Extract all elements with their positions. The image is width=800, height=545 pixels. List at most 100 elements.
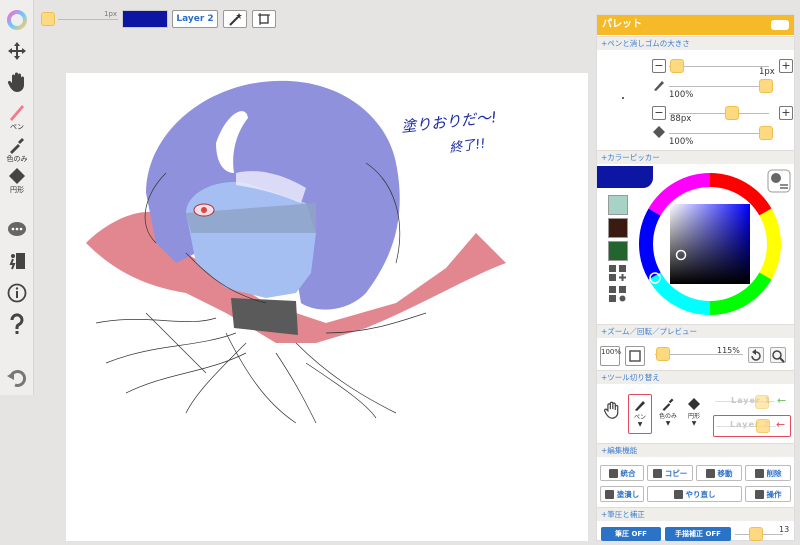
- copy-button[interactable]: コピー: [647, 465, 693, 481]
- panel-collapse-button[interactable]: [771, 20, 789, 30]
- bucket-icon: [604, 489, 614, 499]
- drawing-canvas[interactable]: 塗りおりだ〜! 終了!!: [66, 73, 588, 541]
- layer-1-knob[interactable]: [755, 395, 769, 409]
- layer-1-row[interactable]: Layer 1 ←: [713, 393, 791, 411]
- eyedropper-tool-button[interactable]: 色のみ: [0, 134, 34, 164]
- switch-eraser-label: 円形: [687, 413, 700, 420]
- color-wheel-icon: [7, 10, 27, 30]
- move-icon: [705, 468, 715, 478]
- zoom-100-button[interactable]: 100%: [600, 346, 621, 366]
- move-tool-button[interactable]: [0, 38, 34, 64]
- eyedropper-icon: [10, 137, 24, 154]
- pen-tool-label: ペン: [10, 122, 24, 131]
- palette-edit-icon[interactable]: [608, 285, 628, 303]
- magnifier-icon: [772, 350, 785, 363]
- help-button[interactable]: [0, 310, 34, 338]
- section-color-picker[interactable]: +カラーピッカー: [597, 150, 794, 164]
- chat-icon: [8, 222, 26, 236]
- correction-toggle-button[interactable]: 手描補正 OFF: [665, 527, 731, 541]
- layer-2-knob[interactable]: [756, 419, 770, 433]
- top-size-value: 1px: [104, 10, 118, 18]
- color-wheel[interactable]: [637, 171, 783, 317]
- redo-icon: [673, 489, 683, 499]
- exit-button[interactable]: [0, 248, 34, 274]
- eraser-opacity-knob[interactable]: [759, 126, 773, 140]
- fill-button[interactable]: 塗潰し: [600, 486, 644, 502]
- undo-button[interactable]: [0, 366, 34, 390]
- eraser-small-icon: [653, 126, 665, 138]
- top-size-knob[interactable]: [41, 12, 55, 26]
- eraser-opacity-track[interactable]: [669, 133, 765, 134]
- eraser-size-minus[interactable]: −: [652, 106, 666, 120]
- magic-wand-button[interactable]: [223, 10, 247, 28]
- eraser-opacity-value: 100%: [669, 137, 694, 147]
- info-button[interactable]: [0, 280, 34, 306]
- layer-button[interactable]: Layer 2: [172, 10, 218, 28]
- palette-color-3[interactable]: [608, 241, 628, 261]
- zoom-knob[interactable]: [656, 347, 670, 361]
- help-icon: [10, 313, 24, 334]
- hand-tool-button[interactable]: [0, 68, 34, 96]
- rotate-button[interactable]: [748, 347, 764, 363]
- merge-icon: [608, 468, 618, 478]
- palette-color-2[interactable]: [608, 218, 628, 238]
- pen-size-value: 1px: [759, 67, 775, 77]
- palette-add-icon[interactable]: [608, 264, 628, 282]
- hand-switch-icon[interactable]: [603, 401, 621, 419]
- color-wheel-button[interactable]: [0, 8, 34, 32]
- section-edit[interactable]: +編集機能: [597, 443, 794, 457]
- palette-color-1[interactable]: [608, 195, 628, 215]
- pressure-toggle-button[interactable]: 筆圧 OFF: [601, 527, 661, 541]
- panel-header: パレット: [597, 15, 794, 35]
- pressure-knob[interactable]: [749, 527, 763, 541]
- delete-button[interactable]: 削除: [745, 465, 791, 481]
- move-icon: [8, 42, 26, 60]
- hand-icon: [7, 72, 25, 92]
- pen-size-preview: [622, 97, 624, 99]
- copy-icon: [652, 468, 662, 478]
- pen-icon: [635, 401, 645, 411]
- move-button[interactable]: 移動: [696, 465, 742, 481]
- section-pen-size[interactable]: +ペンと消しゴムの大きさ: [597, 36, 794, 50]
- eraser-size-value: 88px: [670, 114, 692, 124]
- undo-icon: [7, 369, 27, 387]
- operation-button[interactable]: 操作: [745, 486, 791, 502]
- switch-eyedropper-label: 色のみ: [658, 413, 677, 420]
- switch-pen-label: ペン: [633, 414, 646, 421]
- palette-panel: パレット +ペンと消しゴムの大きさ − + 1px 100% − + 88px …: [596, 14, 795, 541]
- redo-button[interactable]: やり直し: [647, 486, 742, 502]
- fit-screen-button[interactable]: [625, 346, 645, 366]
- switch-pen-button[interactable]: ペン ▼: [628, 394, 652, 434]
- eraser-size-plus[interactable]: +: [779, 106, 793, 120]
- pen-size-minus[interactable]: −: [652, 59, 666, 73]
- section-zoom[interactable]: +ズーム／回転／プレビュー: [597, 324, 794, 338]
- eraser-size-knob[interactable]: [725, 106, 739, 120]
- chat-button[interactable]: [0, 218, 34, 242]
- eyedropper-tool-label: 色のみ: [6, 154, 28, 163]
- preview-button[interactable]: [770, 347, 786, 363]
- top-size-track[interactable]: [58, 19, 118, 20]
- color-mode-icon[interactable]: [767, 169, 791, 193]
- pen-size-knob[interactable]: [670, 59, 684, 73]
- panel-title: パレット: [602, 19, 642, 30]
- transform-button[interactable]: [252, 10, 276, 28]
- pressure-value: 13: [779, 525, 790, 534]
- switch-eyedropper-button[interactable]: 色のみ ▼: [656, 394, 680, 434]
- current-color-swatch[interactable]: [122, 10, 168, 28]
- eraser-tool-button[interactable]: 円形: [0, 166, 34, 194]
- merge-button[interactable]: 統合: [600, 465, 644, 481]
- pen-icon: [10, 104, 24, 121]
- transform-icon: [258, 13, 270, 25]
- pen-size-plus[interactable]: +: [779, 59, 793, 73]
- layer-2-row[interactable]: Layer 2 ←: [713, 415, 791, 437]
- pen-size-track[interactable]: [669, 66, 769, 67]
- pen-tool-button[interactable]: ペン: [0, 100, 34, 132]
- switch-eraser-button[interactable]: 円形 ▼: [682, 394, 706, 434]
- pen-opacity-knob[interactable]: [759, 79, 773, 93]
- section-tool-switch[interactable]: +ツール切り替え: [597, 370, 794, 384]
- eraser-tool-label: 円形: [10, 185, 24, 194]
- circle-shape-icon: [9, 167, 25, 184]
- pen-opacity-track[interactable]: [669, 86, 765, 87]
- section-pressure[interactable]: +筆圧と補正: [597, 507, 794, 521]
- delete-icon: [754, 468, 764, 478]
